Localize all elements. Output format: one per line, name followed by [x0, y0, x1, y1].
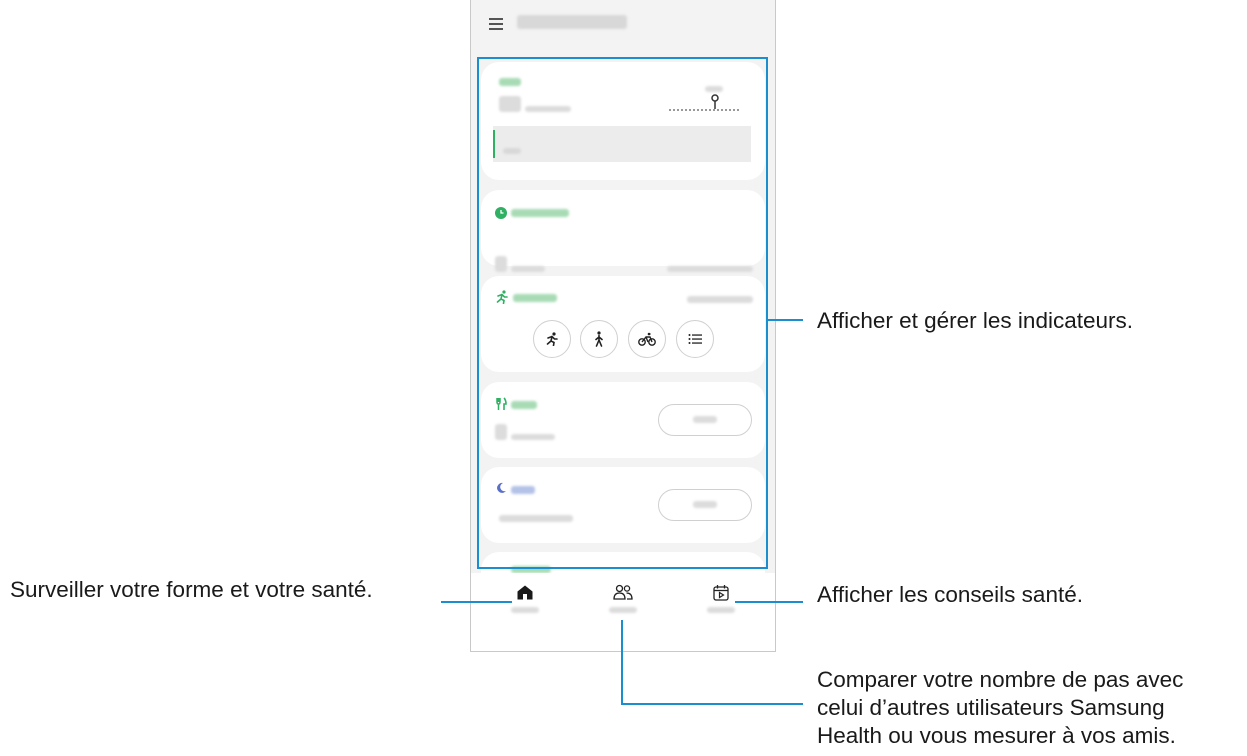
annotation-home: Surveiller votre forme et votre santé. — [10, 577, 373, 602]
app-bar — [471, 12, 775, 42]
callout-line-together-horizontal — [621, 703, 803, 705]
annotation-together-line3: Health ou vous mesurer à vos amis. — [817, 723, 1176, 748]
food-add-button[interactable] — [658, 404, 752, 436]
more-exercises-button[interactable] — [676, 320, 714, 358]
sleep-add-button[interactable] — [658, 489, 752, 521]
active-time-card[interactable] — [481, 190, 765, 272]
annotation-indicators: Afficher et gérer les indicateurs. — [817, 308, 1133, 333]
target-label — [705, 86, 723, 92]
active-time-title — [511, 209, 569, 217]
exercise-title — [513, 294, 557, 302]
nav-fitness-label — [707, 607, 735, 613]
fork-knife-icon — [496, 397, 507, 410]
sleep-title — [511, 486, 535, 494]
callout-line-together-vertical — [621, 620, 623, 705]
annotation-together-line1: Comparer votre nombre de pas avec — [817, 667, 1184, 692]
steps-bar — [493, 126, 751, 162]
phone-screen — [470, 0, 776, 652]
exercise-card[interactable] — [481, 276, 765, 372]
clock-icon — [495, 207, 507, 219]
running-man-icon — [496, 290, 508, 304]
annotation-health-tips: Afficher les conseils santé. — [817, 582, 1083, 607]
walking-button[interactable] — [580, 320, 618, 358]
nav-together-label — [609, 607, 637, 613]
steps-card[interactable] — [481, 62, 765, 180]
map-pin-icon — [711, 94, 719, 109]
steps-count — [499, 96, 521, 112]
callout-line-home — [441, 601, 512, 603]
cycling-button[interactable] — [628, 320, 666, 358]
food-title — [511, 401, 537, 409]
add-label — [693, 501, 717, 508]
steps-target — [525, 106, 571, 112]
bicycle-icon — [638, 332, 656, 346]
running-button[interactable] — [533, 320, 571, 358]
food-value — [495, 424, 507, 440]
add-label — [693, 416, 717, 423]
nav-together[interactable] — [593, 581, 653, 621]
callout-line-fitness — [735, 601, 803, 603]
running-man-icon — [546, 332, 558, 346]
annotation-together-line2: celui d’autres utilisateurs Samsung — [817, 695, 1165, 720]
steps-progress-dots — [669, 109, 739, 111]
calendar-play-icon — [713, 585, 729, 601]
next-card-title — [511, 566, 551, 573]
home-icon — [517, 585, 533, 600]
active-time-goal — [511, 266, 545, 272]
people-icon — [613, 584, 633, 600]
active-time-stats — [667, 266, 753, 272]
view-history-link[interactable] — [687, 296, 753, 303]
moon-icon — [497, 482, 506, 493]
hamburger-menu-icon[interactable] — [489, 18, 503, 30]
sleep-question — [499, 515, 573, 522]
steps-title — [499, 78, 521, 86]
walking-man-icon — [595, 331, 603, 347]
app-title — [517, 15, 627, 29]
callout-line-indicators — [768, 319, 803, 321]
bottom-navigation — [471, 573, 775, 651]
nav-home-label — [511, 607, 539, 613]
active-time-value — [495, 256, 507, 272]
list-icon — [688, 334, 702, 344]
food-goal — [511, 434, 555, 440]
